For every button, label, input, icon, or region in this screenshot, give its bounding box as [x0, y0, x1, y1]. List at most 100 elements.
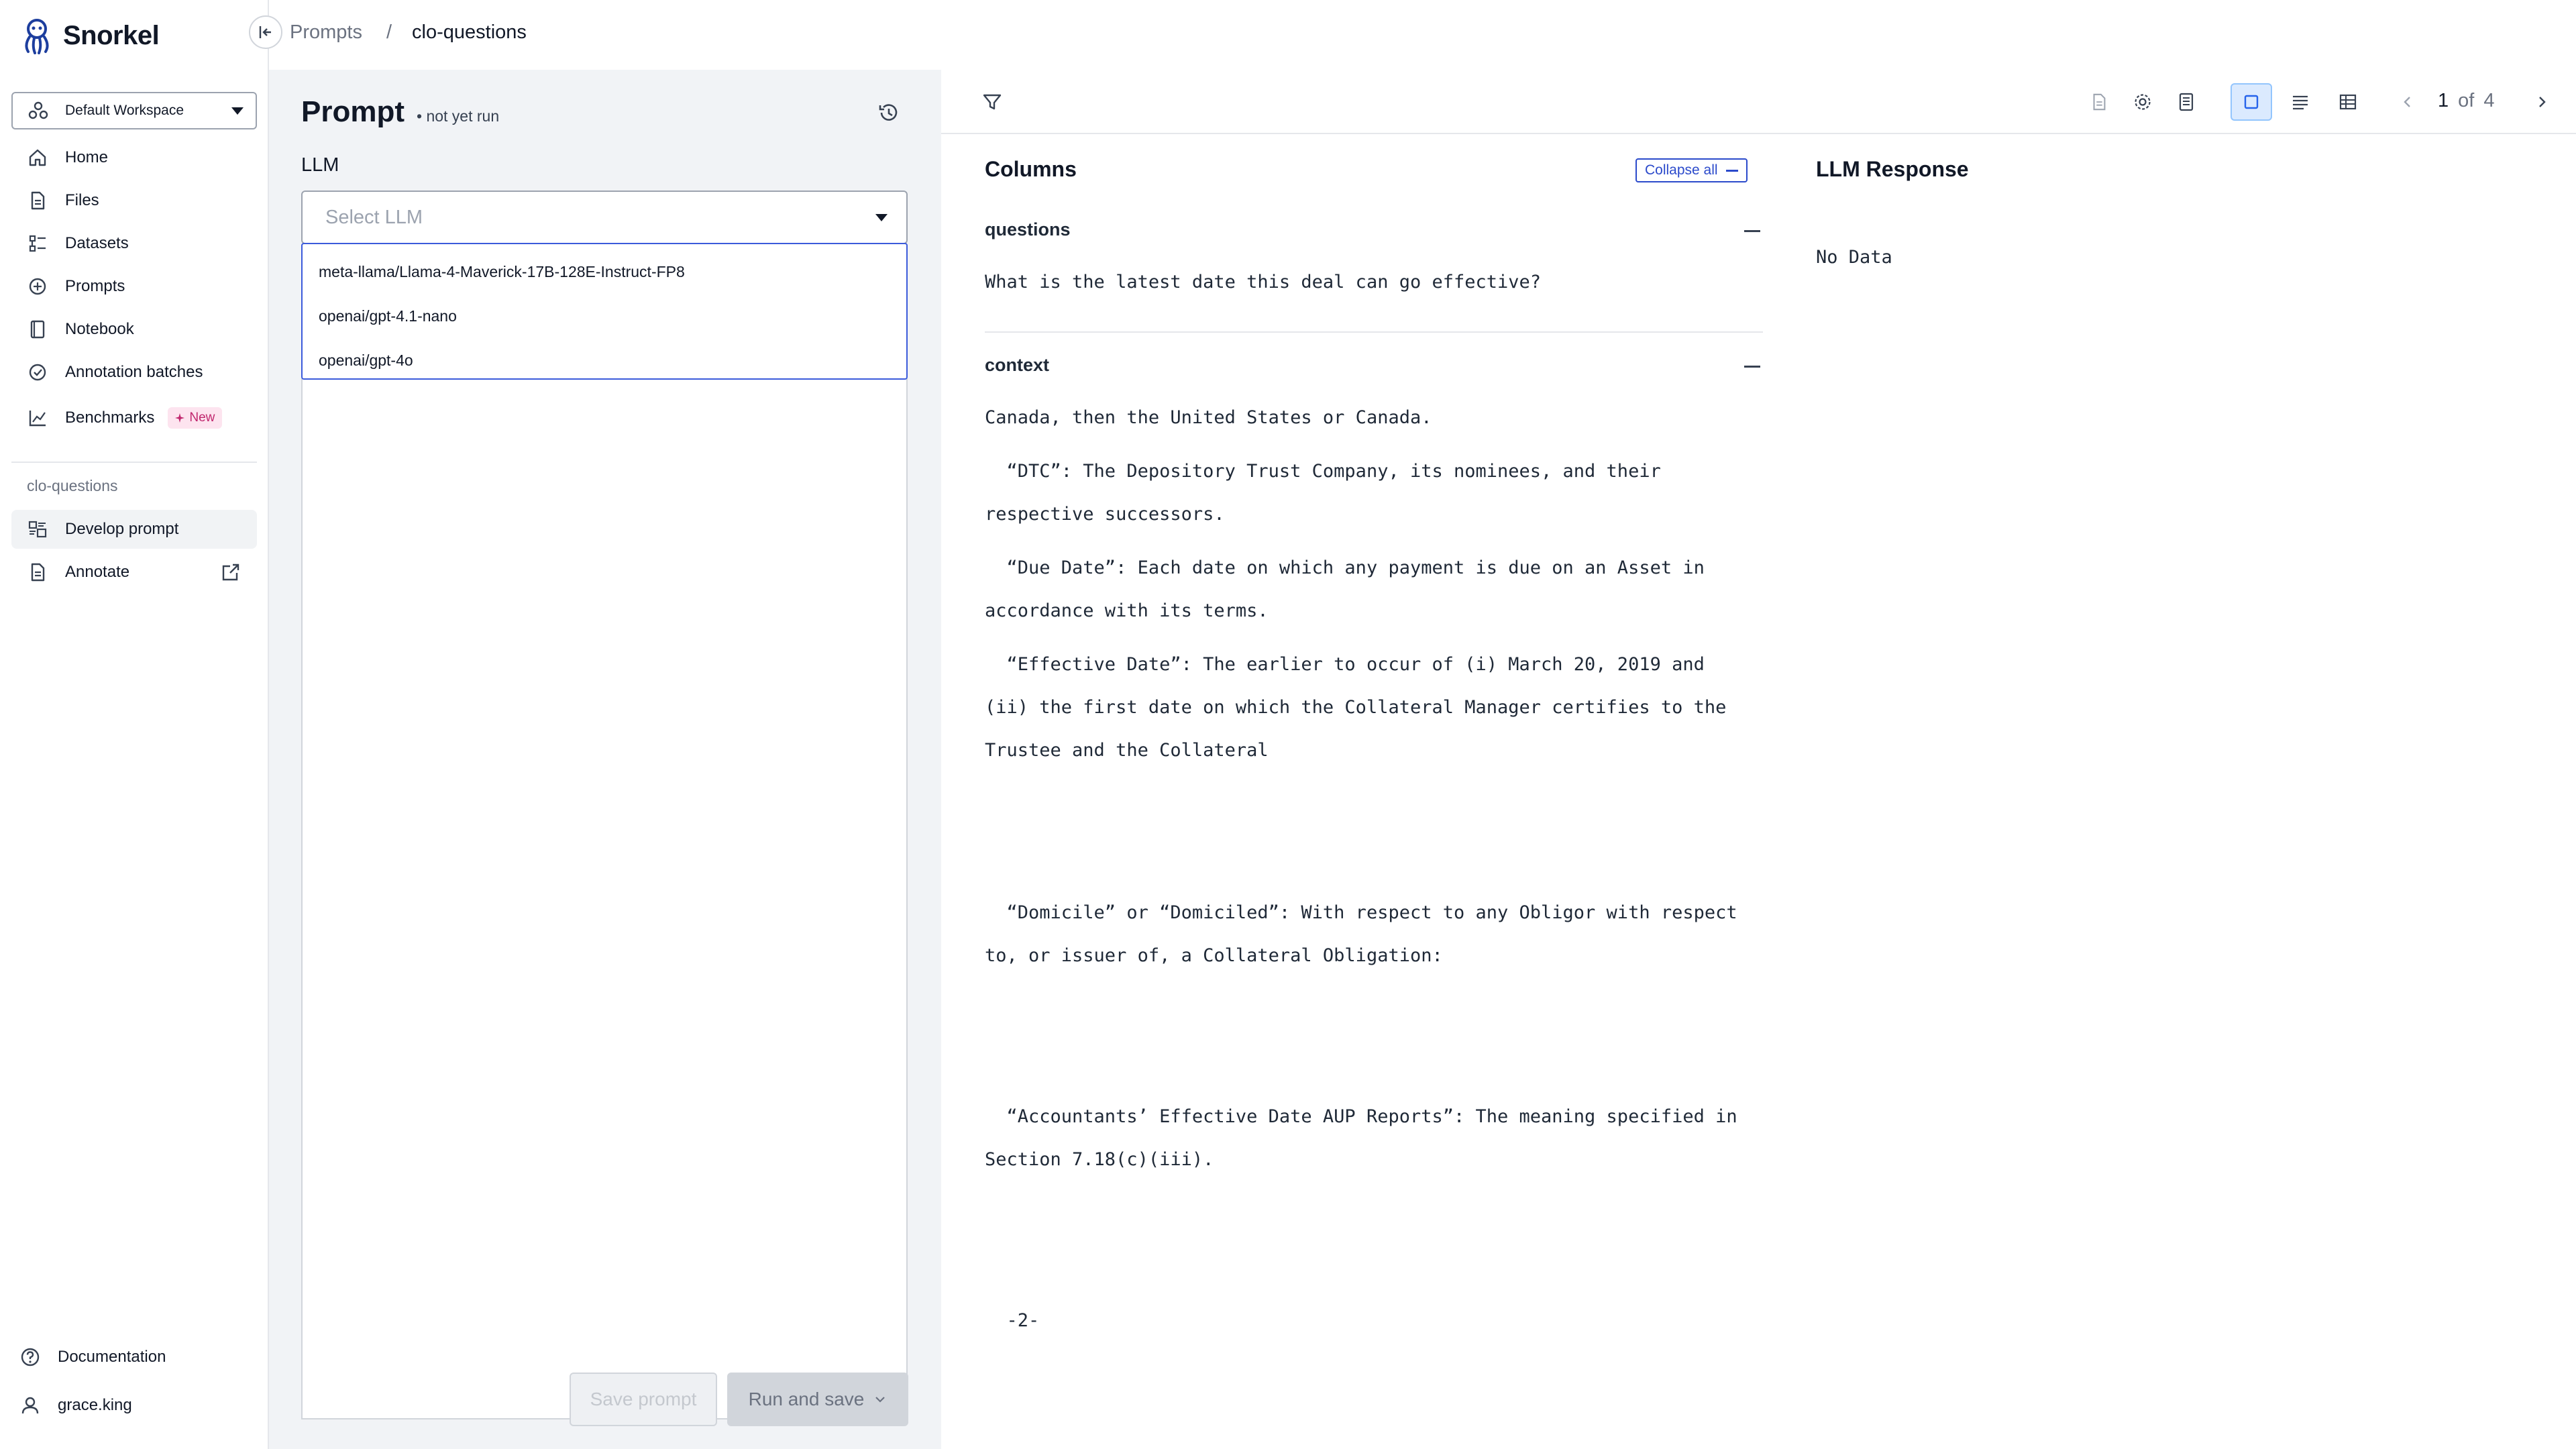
chevron-down-icon [875, 213, 888, 221]
sidebar-item-annotation-batches[interactable]: Annotation batches [11, 353, 257, 392]
sidebar-item-notebook[interactable]: Notebook [11, 310, 257, 349]
sidebar-item-benchmarks[interactable]: Benchmarks New [11, 398, 257, 437]
context-line: to, or issuer of, a Collateral Obligatio… [985, 945, 1443, 966]
home-icon [28, 148, 48, 168]
breadcrumb-current: clo-questions [412, 21, 527, 43]
sidebar-item-label: Notebook [65, 320, 134, 338]
external-link-icon[interactable] [221, 562, 241, 582]
table-view-icon[interactable] [2334, 89, 2361, 115]
username: grace.king [58, 1396, 132, 1414]
help-circle-icon [21, 1348, 40, 1366]
context-line: “Accountants’ Effective Date AUP Reports… [985, 1106, 1737, 1127]
chevron-down-icon [231, 107, 244, 115]
page-of: of [2458, 90, 2475, 111]
sidebar-divider [11, 462, 257, 463]
llm-option[interactable]: meta-llama/Llama-4-Maverick-17B-128E-Ins… [303, 250, 906, 294]
llm-options-list: meta-llama/Llama-4-Maverick-17B-128E-Ins… [301, 243, 908, 380]
collapse-context-icon[interactable] [1744, 366, 1760, 368]
collapse-questions-icon[interactable] [1744, 230, 1760, 232]
context-line: “Domicile” or “Domiciled”: With respect … [985, 902, 1737, 923]
sidebar-item-prompts[interactable]: Prompts [11, 267, 257, 306]
new-badge: New [168, 407, 223, 429]
llm-response-value: No Data [1816, 247, 1892, 268]
filter-icon[interactable] [979, 89, 1006, 115]
notebook-icon [28, 319, 48, 339]
history-icon[interactable] [875, 99, 902, 126]
document-icon[interactable] [2086, 89, 2112, 115]
collapse-sidebar-button[interactable] [249, 15, 282, 49]
save-prompt-button[interactable]: Save prompt [570, 1373, 717, 1426]
sparkle-icon [175, 413, 185, 423]
context-line: Section 7.18(c)(iii). [985, 1149, 1214, 1170]
run-and-save-button[interactable]: Run and save [727, 1373, 908, 1426]
page-current[interactable]: 1 [2438, 90, 2449, 112]
user-menu[interactable]: grace.king [20, 1395, 132, 1415]
chevron-left-icon[interactable] [2394, 89, 2421, 115]
context-line: accordance with its terms. [985, 600, 1269, 621]
context-line: -2- [985, 1310, 1040, 1331]
collapse-all-label: Collapse all [1645, 162, 1718, 178]
context-line: “Effective Date”: The earlier to occur o… [985, 654, 1705, 675]
llm-option[interactable]: openai/gpt-4.1-nano [303, 294, 906, 338]
gear-icon[interactable] [2129, 89, 2156, 115]
sidebar-item-label: Annotation batches [65, 363, 203, 381]
chevron-down-icon [875, 1397, 885, 1403]
single-view-icon[interactable] [2231, 83, 2272, 121]
brand-name: Snorkel [63, 20, 160, 50]
llm-option[interactable]: openai/gpt-4o [303, 338, 906, 382]
llm-placeholder: Select LLM [325, 206, 423, 228]
prompt-title: Prompt [301, 95, 405, 128]
sidebar-item-files[interactable]: Files [11, 181, 257, 220]
workspace-icon [28, 101, 48, 119]
project-section-label: clo-questions [27, 477, 118, 494]
collapse-left-icon [259, 26, 271, 38]
sidebar-item-label: Home [65, 148, 109, 166]
questions-field-label: questions [985, 219, 1071, 239]
field-divider [985, 331, 1763, 333]
sidebar-item-datasets[interactable]: Datasets [11, 224, 257, 263]
question-text: What is the latest date this deal can go… [985, 272, 1542, 292]
columns-header: Columns [985, 157, 1077, 181]
badge-label: New [189, 411, 215, 425]
sidebar-item-label: Benchmarks [65, 409, 155, 427]
sidebar: Snorkel Default Workspace Home Files Dat… [0, 0, 269, 1449]
prompt-editor[interactable] [301, 378, 908, 1419]
run-and-save-label: Run and save [748, 1389, 865, 1409]
sidebar-item-label: Develop prompt [65, 520, 179, 538]
sidebar-item-annotate[interactable]: Annotate [11, 553, 257, 592]
context-line: “DTC”: The Depository Trust Company, its… [985, 461, 1661, 482]
context-line: Canada, then the United States or Canada… [985, 407, 1432, 428]
collapse-all-button[interactable]: Collapse all [1635, 158, 1748, 182]
record-toolbar: 1 of 4 [941, 70, 2576, 134]
pagination: 1 of 4 [2438, 90, 2494, 112]
chart-icon [28, 408, 48, 428]
datasets-icon [28, 233, 48, 254]
page-total: 4 [2483, 90, 2495, 111]
context-line: respective successors. [985, 504, 1225, 525]
breadcrumb-prompts-link[interactable]: Prompts [290, 21, 362, 44]
context-line: (ii) the first date on which the Collate… [985, 697, 1727, 718]
sidebar-item-label: Annotate [65, 563, 130, 581]
list-view-icon[interactable] [2287, 89, 2314, 115]
app-logo[interactable]: Snorkel [20, 15, 160, 56]
user-icon [21, 1397, 39, 1414]
sidebar-item-label: Files [65, 191, 99, 209]
context-field-label: context [985, 355, 1050, 375]
sidebar-item-label: Datasets [65, 234, 129, 252]
file-icon [28, 191, 48, 211]
llm-select[interactable]: Select LLM [301, 191, 908, 244]
notebook-icon[interactable] [2173, 89, 2200, 115]
chevron-right-icon[interactable] [2528, 89, 2555, 115]
octopus-logo-icon [25, 19, 49, 54]
documentation-label: Documentation [58, 1348, 166, 1366]
sidebar-item-develop-prompt[interactable]: Develop prompt [11, 510, 257, 549]
breadcrumb-separator: / [386, 21, 392, 43]
documentation-link[interactable]: Documentation [20, 1347, 166, 1367]
context-line: Trustee and the Collateral [985, 740, 1269, 761]
sidebar-item-home[interactable]: Home [11, 138, 257, 177]
prompt-panel: Prompt • not yet run LLM Select LLM meta… [269, 70, 941, 1449]
workspace-selector[interactable]: Default Workspace [11, 92, 257, 129]
workspace-label: Default Workspace [65, 103, 184, 118]
file-icon [28, 562, 48, 582]
minus-icon [1725, 169, 1738, 172]
